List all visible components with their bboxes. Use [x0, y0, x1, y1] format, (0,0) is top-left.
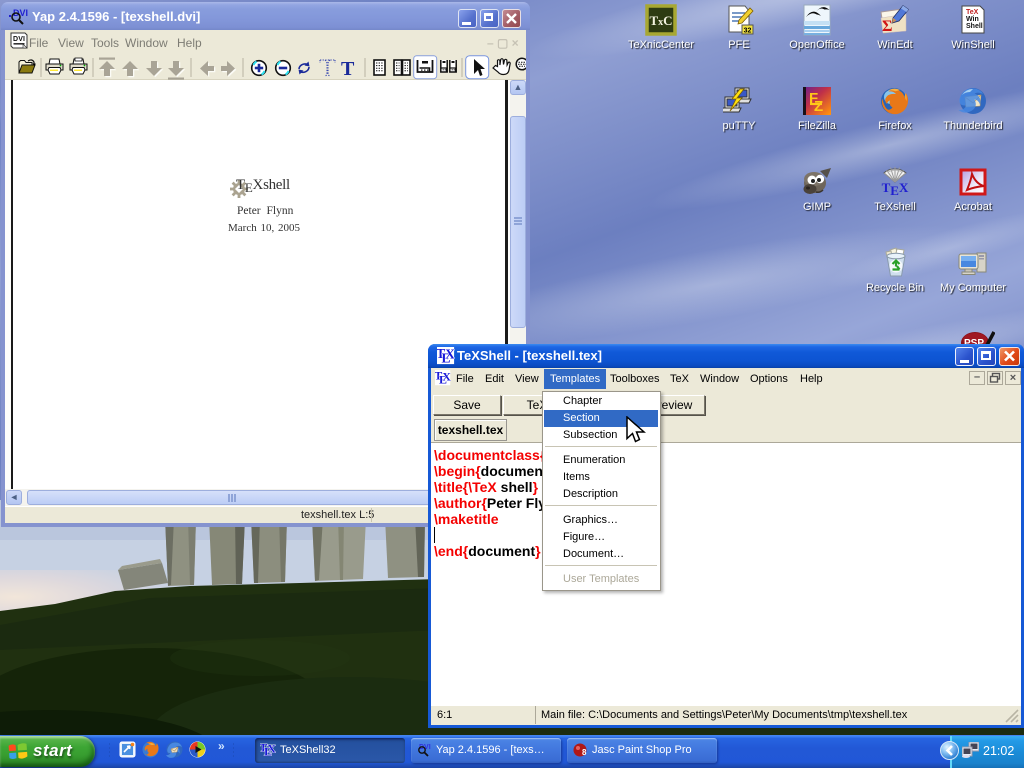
svg-text:T: T: [341, 58, 355, 80]
svg-text:TeX: TeX: [966, 9, 979, 16]
svg-text:Z: Z: [814, 98, 823, 115]
svg-text:X: X: [267, 742, 276, 755]
svg-text:X: X: [442, 370, 451, 383]
svg-text:Win: Win: [966, 16, 979, 23]
svg-text:32: 32: [744, 28, 752, 35]
svg-text:Shell: Shell: [966, 23, 983, 30]
svg-text:TEX: TEX: [882, 180, 909, 198]
svg-text:8: 8: [582, 748, 587, 757]
svg-text:X: X: [445, 347, 455, 362]
svg-text:DVI: DVI: [13, 36, 25, 43]
svg-text:Σ: Σ: [882, 18, 892, 35]
